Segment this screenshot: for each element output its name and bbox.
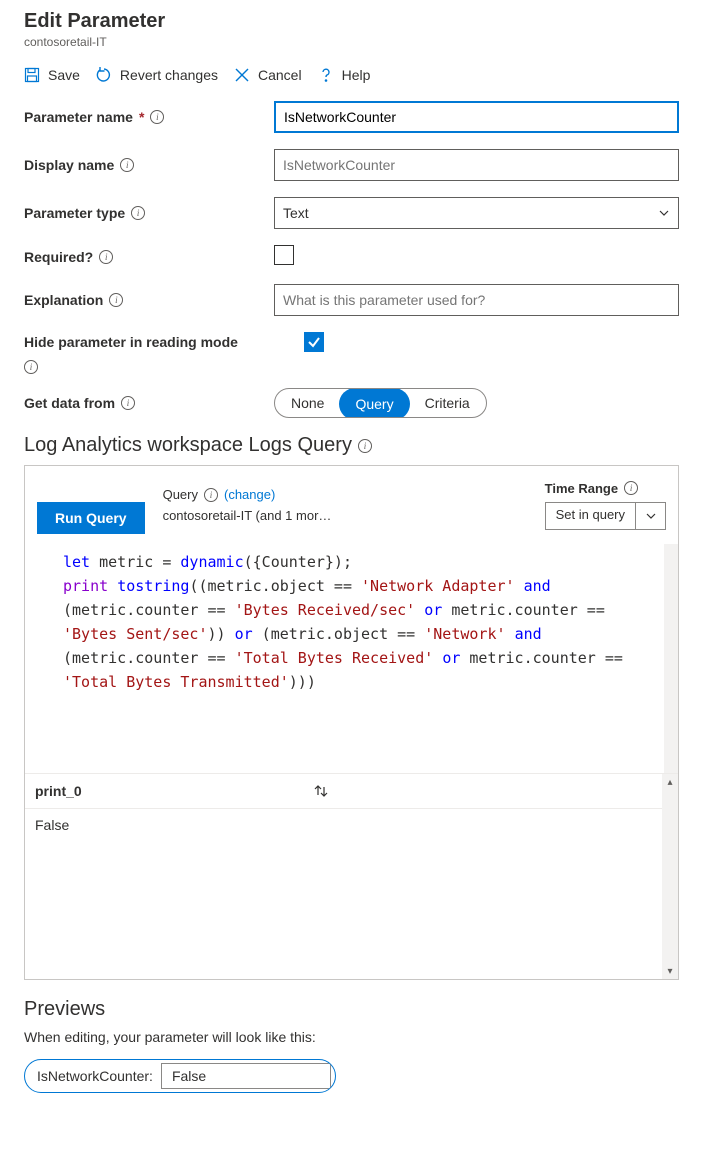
hide-label-text: Hide parameter in reading mode [24,334,238,350]
param-name-label-text: Parameter name [24,109,133,125]
data-source-segmented: None Query Criteria [274,388,487,418]
change-link[interactable]: (change) [224,487,275,502]
data-source-criteria[interactable]: Criteria [409,389,486,417]
sort-icon[interactable] [312,782,330,800]
get-data-label: Get data from i [24,395,274,411]
info-icon[interactable]: i [99,250,113,264]
run-query-button[interactable]: Run Query [37,502,145,534]
result-cell-value: False [35,817,69,833]
info-icon[interactable]: i [131,206,145,220]
param-type-label: Parameter type i [24,205,274,221]
info-icon[interactable]: i [121,396,135,410]
chevron-down-icon [658,207,670,219]
param-name-input[interactable] [274,101,679,133]
param-name-label: Parameter name * i [24,109,274,125]
revert-label: Revert changes [120,67,218,83]
query-section-title-text: Log Analytics workspace Logs Query [24,434,352,457]
timerange-select[interactable]: Set in query [545,502,666,530]
info-icon[interactable]: i [358,439,372,453]
preview-param-label: IsNetworkCounter: [25,1068,161,1084]
result-body: False [25,809,678,979]
info-icon[interactable]: i [109,293,123,307]
page-title: Edit Parameter [24,10,679,33]
explanation-label-text: Explanation [24,292,103,308]
query-section-title: Log Analytics workspace Logs Query i [24,434,679,457]
previews-desc: When editing, your parameter will look l… [24,1029,679,1045]
help-label: Help [342,67,371,83]
scrollbar-track[interactable] [664,544,678,773]
save-icon [24,67,40,83]
info-icon[interactable]: i [150,110,164,124]
previews-title: Previews [24,998,679,1021]
required-checkbox[interactable] [274,245,294,265]
param-type-label-text: Parameter type [24,205,125,221]
query-box: Run Query Query i (change) contosoretail… [24,465,679,980]
cancel-button[interactable]: Cancel [234,67,302,83]
close-icon [234,67,250,83]
cancel-label: Cancel [258,67,302,83]
scroll-up-icon[interactable]: ▴ [662,774,678,790]
scrollbar-vertical[interactable]: ▴ ▾ [662,774,678,979]
explanation-input[interactable] [274,284,679,316]
explanation-label: Explanation i [24,292,274,308]
toolbar: Save Revert changes Cancel Help [24,67,679,83]
info-icon[interactable]: i [24,360,38,374]
result-header[interactable]: print_0 [25,774,678,809]
required-label: Required? i [24,249,274,265]
required-asterisk: * [139,109,144,125]
param-type-select[interactable]: Text [274,197,679,229]
hide-param-checkbox[interactable] [304,332,324,352]
revert-icon [96,67,112,83]
data-source-none[interactable]: None [275,389,340,417]
help-icon [318,67,334,83]
info-icon[interactable]: i [204,488,218,502]
chevron-down-icon [645,510,657,522]
hide-param-label: Hide parameter in reading mode [24,334,304,350]
timerange-label: Time Range [545,481,618,496]
check-icon [307,335,321,349]
preview-param-value: False [161,1063,331,1089]
help-button[interactable]: Help [318,67,371,83]
preview-param-pill[interactable]: IsNetworkCounter: False [24,1059,336,1093]
revert-button[interactable]: Revert changes [96,67,218,83]
query-editor[interactable]: let metric = dynamic({Counter}); print t… [25,544,678,774]
info-icon[interactable]: i [120,158,134,172]
query-scope-text: contosoretail-IT (and 1 mor… [163,508,332,523]
display-name-label-text: Display name [24,157,114,173]
required-label-text: Required? [24,249,93,265]
scroll-down-icon[interactable]: ▾ [662,963,678,979]
save-label: Save [48,67,80,83]
timerange-value: Set in query [546,503,635,529]
page-subtitle: contosoretail-IT [24,35,679,49]
result-column-name: print_0 [35,783,82,799]
query-label: Query [163,487,198,502]
display-name-label: Display name i [24,157,274,173]
data-source-query[interactable]: Query [339,388,409,418]
save-button[interactable]: Save [24,67,80,83]
get-data-label-text: Get data from [24,395,115,411]
display-name-input[interactable] [274,149,679,181]
param-type-value: Text [283,205,309,221]
info-icon[interactable]: i [624,481,638,495]
